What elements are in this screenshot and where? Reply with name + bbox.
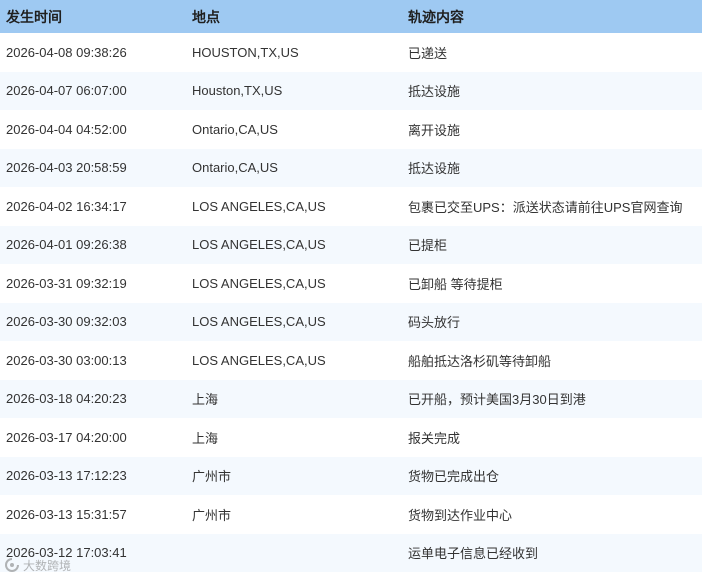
cell-place: Ontario,CA,US (192, 148, 408, 187)
cell-content: 已递送 (408, 45, 448, 61)
cell-time: 2026-03-30 09:32:03 (0, 302, 192, 341)
cell-time: 2026-03-13 17:12:23 (0, 456, 192, 495)
cell-time: 2026-04-04 04:52:00 (6, 121, 127, 137)
cell-content: 货物已完成出仓 (408, 456, 702, 495)
cell-content: 码头放行 (408, 302, 702, 341)
table-row: 2026-03-13 17:12:23 广州市 货物已完成出仓 (0, 456, 702, 495)
cell-content: 已开船，预计美国3月30日到港 (408, 379, 702, 418)
cell-place: LOS ANGELES,CA,US (192, 302, 408, 341)
cell-content: 离开设施 (408, 122, 461, 138)
table-row: 2026-03-30 03:00:13 LOS ANGELES,CA,US 船舶抵达… (0, 341, 702, 380)
table-row: 2026-04-02 16:34:17 LOS ANGELES,CA,US 包裹已交… (0, 187, 702, 226)
cell-place: LOS ANGELES,CA,US (192, 352, 326, 368)
cell-content: 抵达设施 (408, 148, 702, 187)
cell-place: LOS ANGELES,CA,US (192, 275, 326, 291)
logo-icon (4, 558, 20, 572)
cell-time: 2026-04-07 06:07:00 (0, 71, 192, 110)
cell-time: 2026-03-31 09:32:19 (6, 275, 127, 291)
table-row: 2026-04-03 20:58:59 Ontario,CA,US 抵达设施 (0, 148, 702, 187)
cell-time: 2026-03-17 04:20:00 (6, 429, 127, 445)
table-row: 2026-03-31 09:32:19 LOS ANGELES,CA,US 已卸船 … (0, 264, 702, 303)
cell-content: 报关完成 (408, 430, 461, 446)
table-row: 2026-03-30 09:32:03 LOS ANGELES,CA,US 码头放行 (0, 302, 702, 341)
cell-place: 广州市 (192, 456, 408, 495)
cell-content: 运单电子信息已经收到 (408, 533, 702, 572)
cell-time: 2026-04-08 09:38:26 (6, 44, 127, 60)
watermark: 大数跨境 (4, 556, 71, 574)
watermark-text: 大数跨境 (23, 558, 72, 573)
table-row: 2026-04-07 06:07:00 Houston,TX,US 抵达设施 (0, 71, 702, 110)
cell-time: 2026-03-30 03:00:13 (6, 352, 127, 368)
table-row: 2026-03-12 17:03:41 运单电子信息已经收到 (0, 533, 702, 572)
table-row: 2026-04-08 09:38:26 HOUSTON,TX,US 已递送 (0, 33, 702, 72)
cell-content: 已提柜 (408, 225, 702, 264)
table-row: 2026-03-13 15:31:57 广州市 货物到达作业中心 (0, 495, 702, 534)
table-row: 2026-03-18 04:20:23 上海 已开船，预计美国3月30日到港 (0, 379, 702, 418)
cell-time: 2026-04-02 16:34:17 (6, 198, 127, 214)
cell-place: HOUSTON,TX,US (192, 44, 299, 60)
table-header-row: 发生时间 地点 轨迹内容 (0, 0, 702, 33)
cell-place: 上海 (192, 379, 408, 418)
cell-content: 包裹已交至UPS：派送状态请前往UPS官网查询 (408, 199, 683, 215)
cell-place: 广州市 (192, 507, 232, 523)
header-time: 发生时间 (0, 0, 192, 33)
table-row: 2026-03-17 04:20:00 上海 报关完成 (0, 418, 702, 457)
cell-place: LOS ANGELES,CA,US (192, 198, 326, 214)
cell-place: 上海 (192, 430, 219, 446)
cell-place: Ontario,CA,US (192, 121, 278, 137)
table-row: 2026-04-04 04:52:00 Ontario,CA,US 离开设施 (0, 110, 702, 149)
cell-place (192, 533, 408, 572)
cell-content: 船舶抵达洛杉矶等待卸船 (408, 353, 552, 369)
cell-content: 抵达设施 (408, 71, 702, 110)
header-content: 轨迹内容 (408, 0, 702, 33)
cell-content: 货物到达作业中心 (408, 507, 513, 523)
cell-time: 2026-03-18 04:20:23 (0, 379, 192, 418)
cell-place: Houston,TX,US (192, 71, 408, 110)
cell-time: 2026-03-13 15:31:57 (6, 506, 127, 522)
cell-place: LOS ANGELES,CA,US (192, 225, 408, 264)
tracking-table: 发生时间 地点 轨迹内容 2026-04-08 09:38:26 HOUSTON,… (0, 0, 702, 572)
header-place: 地点 (192, 0, 408, 33)
table-row: 2026-04-01 09:26:38 LOS ANGELES,CA,US 已提柜 (0, 225, 702, 264)
cell-time: 2026-04-01 09:26:38 (0, 225, 192, 264)
cell-content: 已卸船 等待提柜 (408, 276, 503, 292)
cell-time: 2026-04-03 20:58:59 (0, 148, 192, 187)
